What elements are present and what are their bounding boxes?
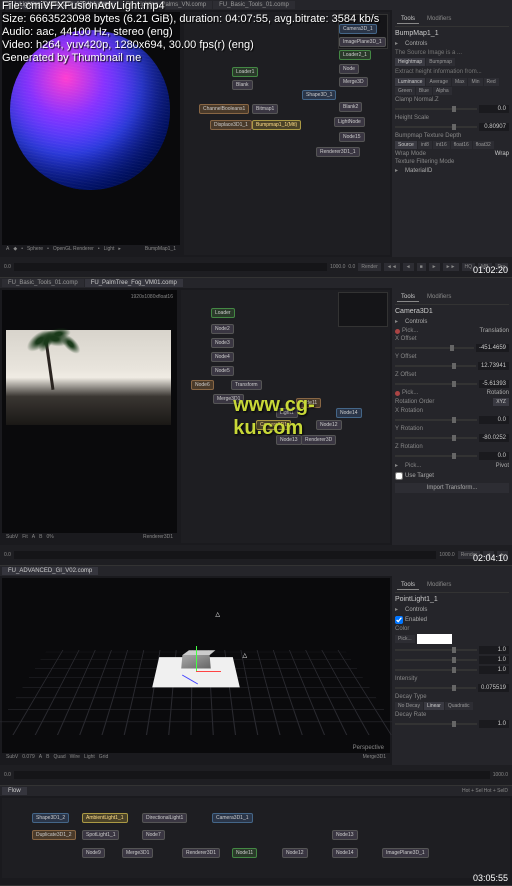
node[interactable]: Transform: [231, 380, 262, 390]
node[interactable]: Displace3D1_1: [210, 120, 252, 130]
node[interactable]: Bitmap1: [252, 104, 278, 114]
node[interactable]: Loader: [211, 308, 235, 318]
node[interactable]: Node7: [142, 830, 165, 840]
viewer-render[interactable]: 1920x1080xfloat16 SubV Fit A B 0% Render…: [2, 290, 177, 543]
node[interactable]: ChannelBooleans1: [199, 104, 249, 114]
pick-color-btn[interactable]: Pick...: [395, 635, 415, 643]
enabled-check[interactable]: [395, 616, 403, 624]
node[interactable]: Node14: [332, 848, 358, 858]
comp-tab[interactable]: FU_PalmTree_Fog_VM01.comp: [85, 279, 183, 287]
minimap[interactable]: [338, 292, 388, 327]
bumpmap-btn[interactable]: Bumpmap: [426, 58, 455, 66]
node[interactable]: Node3: [211, 338, 234, 348]
tools-tab[interactable]: Tools: [397, 15, 419, 24]
node[interactable]: Bumpmap1_1(Mtl): [252, 120, 301, 130]
timestamp: 03:05:55: [473, 873, 508, 883]
render-btn[interactable]: Render: [358, 263, 380, 271]
node[interactable]: Shape3D_1: [302, 90, 336, 100]
comp-tab[interactable]: FU_Basic_Tools_01.comp: [2, 279, 84, 287]
import-transform-btn[interactable]: Import Transform...: [395, 483, 509, 493]
modifiers-tab[interactable]: Modifiers: [423, 15, 455, 24]
node-graph[interactable]: www.cg-ku.com Loader Node2 Node3 Node4 Node5…: [181, 290, 390, 543]
node[interactable]: Camera3D1_1: [212, 813, 253, 823]
properties-panel: Tools Modifiers Camera3D1 ▸Controls Pick…: [392, 288, 512, 545]
transform-gizmo[interactable]: [196, 671, 198, 673]
node[interactable]: Blank: [232, 80, 253, 90]
use-target-check[interactable]: [395, 472, 403, 480]
timestamp: 02:04:10: [473, 553, 508, 563]
color-swatch[interactable]: [417, 634, 452, 644]
timeline[interactable]: 0.0 1000.0 0.0 Render ◄◄ ◄ ■ ► ►► HQ MB …: [0, 257, 512, 277]
timestamp: 01:02:20: [473, 265, 508, 275]
watermark: www.cg-ku.com: [233, 394, 338, 440]
node[interactable]: Node: [339, 64, 359, 74]
node[interactable]: Node13: [332, 830, 358, 840]
viewer-3d-perspective[interactable]: △ △ Perspective SubV 0.079 A B Quad Wire…: [2, 578, 390, 763]
rewind-btn[interactable]: ◄◄: [384, 263, 400, 271]
file-info-overlay: File: cmiVFXFusionAdvLight.mp4 Size: 666…: [2, 0, 379, 65]
node[interactable]: Node5: [211, 366, 234, 376]
clamp-slider[interactable]: [395, 108, 477, 110]
palm-render: [6, 330, 171, 425]
play-btn[interactable]: ►: [429, 263, 440, 271]
heightmap-btn[interactable]: Heightmap: [395, 58, 425, 66]
tool-title: BumpMap1_1: [395, 30, 509, 37]
section-4-flow: Flow Hot + Sel Hot + SelD Shape3D1_2Ambi…: [0, 786, 512, 886]
node[interactable]: Node14: [336, 408, 362, 418]
node[interactable]: Node12: [282, 848, 308, 858]
height-slider[interactable]: [395, 126, 477, 128]
node[interactable]: Merge3D1: [122, 848, 153, 858]
node[interactable]: SpotLight1_1: [82, 830, 119, 840]
ff-btn[interactable]: ►►: [443, 263, 459, 271]
section-3: FU_ADVANCED_GI_V02.comp △ △ Perspective …: [0, 566, 512, 786]
comp-tab[interactable]: FU_ADVANCED_GI_V02.comp: [2, 567, 98, 575]
properties-panel: Tools Modifiers BumpMap1_1 ▸Controls The…: [392, 10, 512, 257]
properties-panel: Tools Modifiers PointLight1_1 ▸Controls …: [392, 576, 512, 765]
node[interactable]: Node4: [211, 352, 234, 362]
node[interactable]: ImagePlane3D_1: [382, 848, 429, 858]
timeline[interactable]: 0.0 1000.0: [0, 765, 512, 785]
node[interactable]: AmbientLight1_1: [82, 813, 128, 823]
node[interactable]: Loader1: [232, 67, 258, 77]
node[interactable]: Duplicate3D1_2: [32, 830, 76, 840]
node[interactable]: Merge3D: [339, 77, 368, 87]
flow-graph[interactable]: Shape3D1_2 AmbientLight1_1 DirectionalLigh…: [2, 798, 510, 878]
flow-tab[interactable]: Flow: [2, 787, 27, 795]
stop-btn[interactable]: ■: [417, 263, 426, 271]
node[interactable]: Shape3D1_2: [32, 813, 69, 823]
node[interactable]: DirectionalLight1: [142, 813, 187, 823]
section-2: FU_Basic_Tools_01.comp FU_PalmTree_Fog_V…: [0, 278, 512, 566]
node[interactable]: Node15: [339, 132, 365, 142]
node[interactable]: Node2: [211, 324, 234, 334]
node[interactable]: LightNode: [334, 117, 365, 127]
node[interactable]: Renderer3D1: [182, 848, 220, 858]
timeline[interactable]: 0.0 1000.0 Render ◄ ►: [0, 545, 512, 565]
node[interactable]: Renderer3D1_1: [316, 147, 360, 157]
node[interactable]: Node6: [191, 380, 214, 390]
node[interactable]: Node11: [232, 848, 257, 858]
node[interactable]: Node9: [82, 848, 105, 858]
prev-btn[interactable]: ◄: [403, 263, 414, 271]
node[interactable]: Blank2: [339, 102, 362, 112]
scene-objects: [156, 641, 236, 701]
